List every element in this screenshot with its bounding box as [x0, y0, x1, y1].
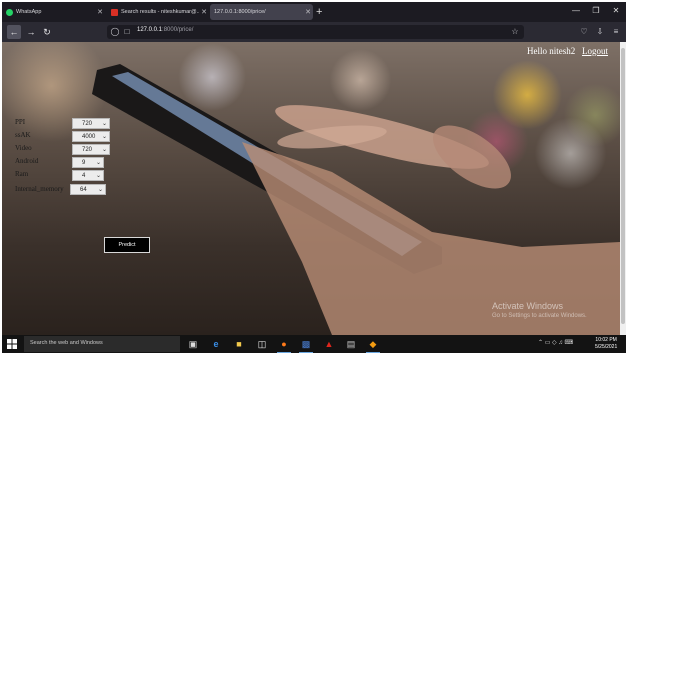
- close-tab-icon[interactable]: ✕: [95, 8, 105, 16]
- tab-title: 127.0.0.1:8000/price/: [214, 9, 266, 15]
- restore-icon[interactable]: ❐: [589, 6, 603, 15]
- download-icon[interactable]: ⇩: [594, 25, 606, 39]
- chevron-down-icon: ⌄: [101, 121, 107, 127]
- hand-shape: [242, 142, 620, 335]
- label-ssak: ssAK: [15, 131, 31, 139]
- selected-value: 4: [82, 173, 86, 179]
- desktop-screen: WhatsApp ✕ Search results - niteshkumar@…: [2, 2, 626, 353]
- task-view-icon[interactable]: ▣: [186, 337, 200, 351]
- selected-value: 9: [82, 160, 86, 166]
- label-internal-memory: Internal_memory: [15, 185, 64, 193]
- url-text: 127.0.0.1:8000/price/: [137, 27, 193, 33]
- scrollbar-thumb[interactable]: [621, 48, 625, 324]
- selected-value: 720: [82, 147, 93, 153]
- selected-value: 720: [82, 121, 93, 127]
- taskbar-clock[interactable]: 10:02 PM 5/25/2021: [595, 337, 617, 351]
- clock-time: 10:02 PM: [595, 337, 617, 343]
- tab-search-results[interactable]: Search results - niteshkumar@... ✕: [107, 4, 209, 20]
- label-video: Video: [15, 144, 32, 152]
- chevron-down-icon: ⌄: [101, 147, 107, 153]
- chevron-down-icon: ⌄: [97, 187, 103, 193]
- label-android: Android: [15, 157, 39, 165]
- acrobat-icon[interactable]: ▲: [322, 337, 336, 351]
- gmail-icon: [111, 8, 118, 16]
- menu-icon[interactable]: ≡: [610, 25, 622, 39]
- activate-windows-title: Activate Windows: [492, 301, 564, 311]
- url-path: :8000/price/: [162, 27, 194, 33]
- select-ssak[interactable]: 4000 ⌄: [72, 131, 110, 142]
- chevron-down-icon: ⌄: [101, 134, 107, 140]
- selected-value: 4000: [82, 134, 96, 140]
- windows-taskbar: Search the web and Windows ▣ e ■ ◫ ● ▩ ▲…: [2, 335, 626, 353]
- sublime-icon[interactable]: ◆: [366, 337, 380, 353]
- search-placeholder: Search the web and Windows: [30, 340, 103, 346]
- firefox-icon[interactable]: ●: [277, 337, 291, 353]
- edge-icon[interactable]: e: [209, 337, 223, 351]
- label-ram: Ram: [15, 170, 29, 178]
- chevron-down-icon: ⌄: [95, 173, 101, 179]
- tab-title: WhatsApp: [16, 9, 42, 15]
- close-window-icon[interactable]: ✕: [609, 6, 623, 15]
- file-explorer-icon[interactable]: ■: [232, 337, 246, 351]
- whatsapp-icon: [6, 8, 13, 16]
- system-tray: ⌃ ▭ ◇ ♫ ⌨: [538, 339, 573, 346]
- selected-value: 64: [80, 187, 87, 193]
- volume-icon[interactable]: ♫: [558, 340, 563, 346]
- close-tab-icon[interactable]: ✕: [199, 8, 209, 16]
- chevron-up-icon[interactable]: ⌃: [538, 340, 543, 346]
- browser-toolbar: ← → ↻ ◯ □ 127.0.0.1:8000/price/ ☆ ♡ ⇩ ≡: [2, 22, 626, 42]
- new-tab-button[interactable]: +: [316, 5, 322, 19]
- wifi-icon[interactable]: ◇: [552, 340, 557, 346]
- tab-price-page[interactable]: 127.0.0.1:8000/price/ ✕: [210, 4, 313, 20]
- taskbar-search-box[interactable]: Search the web and Windows: [24, 336, 180, 352]
- logout-link[interactable]: Logout: [582, 46, 608, 56]
- terminal-icon[interactable]: ▤: [344, 337, 358, 351]
- tab-title: Search results - niteshkumar@...: [121, 9, 199, 15]
- select-internal-memory[interactable]: 64 ⌄: [70, 184, 106, 195]
- keyboard-icon[interactable]: ⌨: [565, 340, 574, 346]
- url-bar[interactable]: ◯ □ 127.0.0.1:8000/price/ ☆: [107, 25, 524, 39]
- reload-icon[interactable]: ↻: [40, 25, 54, 39]
- tab-whatsapp[interactable]: WhatsApp ✕: [2, 4, 105, 20]
- forward-arrow-icon[interactable]: →: [24, 25, 38, 39]
- url-host: 127.0.0.1: [137, 27, 163, 33]
- page-scrollbar[interactable]: [620, 42, 626, 335]
- battery-icon[interactable]: ▭: [545, 340, 551, 346]
- select-ram[interactable]: 4 ⌄: [72, 170, 104, 181]
- shield-icon[interactable]: ◯: [109, 25, 121, 39]
- back-arrow-icon[interactable]: ←: [7, 25, 21, 39]
- bookmark-star-icon[interactable]: ☆: [509, 25, 521, 39]
- page-viewport: Hello nitesh2 Logout PPI 720 ⌄ ssAK 4000…: [2, 42, 620, 335]
- store-icon[interactable]: ◫: [255, 337, 269, 351]
- page-info-icon[interactable]: □: [121, 25, 133, 39]
- minimize-icon[interactable]: —: [569, 6, 583, 15]
- chevron-down-icon: ⌄: [95, 160, 101, 166]
- select-android[interactable]: 9 ⌄: [72, 157, 104, 168]
- browser-tab-bar: WhatsApp ✕ Search results - niteshkumar@…: [2, 2, 626, 22]
- select-ppi[interactable]: 720 ⌄: [72, 118, 110, 129]
- user-greeting: Hello nitesh2: [527, 46, 576, 56]
- label-ppi: PPI: [15, 118, 26, 126]
- predict-button[interactable]: Predict: [104, 237, 150, 253]
- clock-date: 5/25/2021: [595, 344, 618, 350]
- word-icon[interactable]: ▩: [299, 337, 313, 353]
- select-video[interactable]: 720 ⌄: [72, 144, 110, 155]
- activate-windows-subtitle: Go to Settings to activate Windows.: [492, 313, 587, 319]
- windows-start-icon[interactable]: [7, 339, 17, 349]
- close-tab-icon[interactable]: ✕: [303, 8, 313, 16]
- pocket-icon[interactable]: ♡: [578, 25, 590, 39]
